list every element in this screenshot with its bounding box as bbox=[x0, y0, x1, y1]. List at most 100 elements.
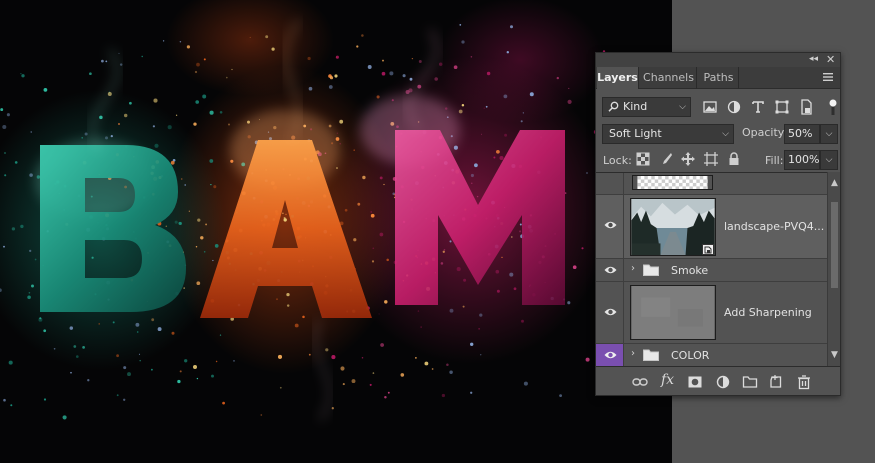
scroll-thumb[interactable] bbox=[831, 202, 838, 288]
folder-icon bbox=[643, 349, 659, 361]
dust-particle bbox=[564, 192, 567, 194]
new-adjustment-layer-icon[interactable] bbox=[715, 374, 731, 390]
filter-toggle-icon[interactable] bbox=[829, 97, 837, 117]
dust-particle bbox=[519, 223, 522, 226]
eye-icon[interactable] bbox=[604, 307, 617, 317]
chevron-right-icon[interactable]: › bbox=[631, 348, 635, 359]
dust-particle bbox=[200, 236, 204, 240]
visibility-cell[interactable] bbox=[596, 344, 624, 366]
dust-particle bbox=[87, 379, 90, 382]
layer-name[interactable]: Add Sharpening bbox=[724, 306, 812, 319]
pixel-layer-filter-icon[interactable] bbox=[700, 97, 720, 117]
visibility-cell[interactable] bbox=[596, 195, 624, 258]
adjustment-layer-filter-icon[interactable] bbox=[724, 97, 744, 117]
dust-particle bbox=[495, 269, 500, 274]
scroll-down-icon[interactable]: ▼ bbox=[828, 350, 841, 360]
collapse-icon[interactable]: ◂◂ bbox=[809, 54, 818, 64]
layer-name[interactable]: COLOR bbox=[671, 349, 709, 362]
dust-particle bbox=[196, 281, 201, 286]
filter-kind-value: Kind bbox=[623, 100, 648, 113]
fill-input[interactable]: 100% bbox=[784, 150, 820, 170]
dust-particle bbox=[6, 113, 10, 117]
layer-row-add-sharpening[interactable]: Add Sharpening bbox=[596, 282, 827, 344]
layer-name[interactable]: Smoke bbox=[671, 264, 708, 277]
lock-label: Lock: bbox=[603, 154, 632, 167]
dust-particle bbox=[387, 391, 390, 394]
opacity-input[interactable]: 50% bbox=[784, 124, 820, 144]
dust-particle bbox=[112, 321, 115, 324]
visibility-cell[interactable] bbox=[596, 259, 624, 281]
dust-particle bbox=[379, 176, 383, 180]
link-layers-icon[interactable] bbox=[632, 374, 648, 390]
dust-particle bbox=[409, 77, 413, 81]
dust-particle bbox=[170, 160, 175, 165]
fill-dropdown-button[interactable]: ⌵ bbox=[820, 150, 838, 170]
layer-row-landscape[interactable]: landscape-PVQ4... bbox=[596, 195, 827, 259]
lock-position-icon[interactable] bbox=[680, 151, 696, 167]
dust-particle bbox=[194, 70, 198, 74]
lock-image-pixels-icon[interactable] bbox=[658, 151, 674, 167]
dust-particle bbox=[233, 360, 235, 362]
filter-kind-select[interactable]: Kind ⌵ bbox=[602, 97, 691, 117]
eye-icon[interactable] bbox=[604, 265, 617, 275]
layers-list[interactable]: landscape-PVQ4... › Smoke Add Sharpening… bbox=[596, 172, 827, 366]
tab-layers[interactable]: Layers bbox=[597, 67, 639, 89]
layer-name[interactable]: landscape-PVQ4... bbox=[724, 220, 824, 233]
dust-particle bbox=[179, 41, 182, 43]
letter-m bbox=[395, 130, 565, 305]
type-layer-filter-icon[interactable] bbox=[748, 97, 768, 117]
visibility-cell[interactable] bbox=[596, 173, 624, 194]
lock-all-icon[interactable] bbox=[726, 151, 742, 167]
dust-particle bbox=[353, 238, 357, 242]
dust-particle bbox=[439, 62, 443, 66]
lock-transparent-pixels-icon[interactable] bbox=[635, 151, 651, 167]
chevron-right-icon[interactable]: › bbox=[631, 263, 635, 274]
tab-channels[interactable]: Channels bbox=[641, 67, 697, 89]
layer-row-smoke-group[interactable]: › Smoke bbox=[596, 259, 827, 282]
new-layer-icon[interactable] bbox=[768, 374, 784, 390]
eye-icon[interactable] bbox=[604, 220, 617, 230]
dust-particle bbox=[123, 398, 126, 401]
dust-particle bbox=[382, 59, 384, 62]
dust-particle bbox=[459, 24, 462, 26]
dust-particle bbox=[282, 212, 284, 215]
visibility-cell[interactable] bbox=[596, 282, 624, 343]
panel-title-bar[interactable]: ◂◂ ✕ bbox=[596, 53, 840, 67]
dust-particle bbox=[222, 401, 225, 405]
shape-layer-filter-icon[interactable] bbox=[772, 97, 792, 117]
dust-particle bbox=[440, 262, 444, 265]
lock-artboard-icon[interactable] bbox=[703, 151, 719, 167]
eye-icon[interactable] bbox=[604, 350, 617, 360]
dust-particle bbox=[501, 256, 503, 259]
layer-row-color-group[interactable]: › COLOR bbox=[596, 344, 827, 366]
dust-particle bbox=[135, 322, 140, 327]
new-group-icon[interactable] bbox=[742, 374, 758, 390]
close-icon[interactable]: ✕ bbox=[826, 53, 835, 66]
dust-particle bbox=[351, 379, 356, 384]
dust-particle bbox=[0, 288, 2, 292]
dust-particle bbox=[116, 394, 119, 397]
smart-object-filter-icon[interactable] bbox=[796, 97, 816, 117]
dust-particle bbox=[478, 328, 480, 330]
tab-paths[interactable]: Paths bbox=[699, 67, 739, 89]
layer-style-fx-icon[interactable]: fx bbox=[661, 372, 674, 388]
scroll-up-icon[interactable]: ▲ bbox=[828, 178, 841, 188]
add-mask-icon[interactable] bbox=[687, 374, 703, 390]
dust-particle bbox=[371, 260, 375, 263]
dust-particle bbox=[376, 95, 380, 99]
dust-particle bbox=[219, 334, 222, 336]
dust-particle bbox=[43, 398, 47, 401]
layer-row-partial[interactable] bbox=[596, 173, 827, 195]
dust-particle bbox=[370, 211, 372, 213]
delete-layer-icon[interactable] bbox=[796, 374, 812, 390]
opacity-dropdown-button[interactable]: ⌵ bbox=[820, 124, 838, 144]
dust-particle bbox=[411, 57, 414, 60]
panel-menu-icon[interactable] bbox=[822, 71, 834, 83]
dust-particle bbox=[202, 94, 207, 99]
blend-mode-select[interactable]: Soft Light ⌵ bbox=[602, 124, 734, 144]
dust-particle bbox=[463, 278, 467, 282]
layers-scrollbar[interactable]: ▲ ▼ bbox=[827, 172, 840, 366]
dust-particle bbox=[11, 227, 16, 231]
document-canvas[interactable] bbox=[0, 0, 672, 463]
dust-particle bbox=[105, 60, 108, 63]
